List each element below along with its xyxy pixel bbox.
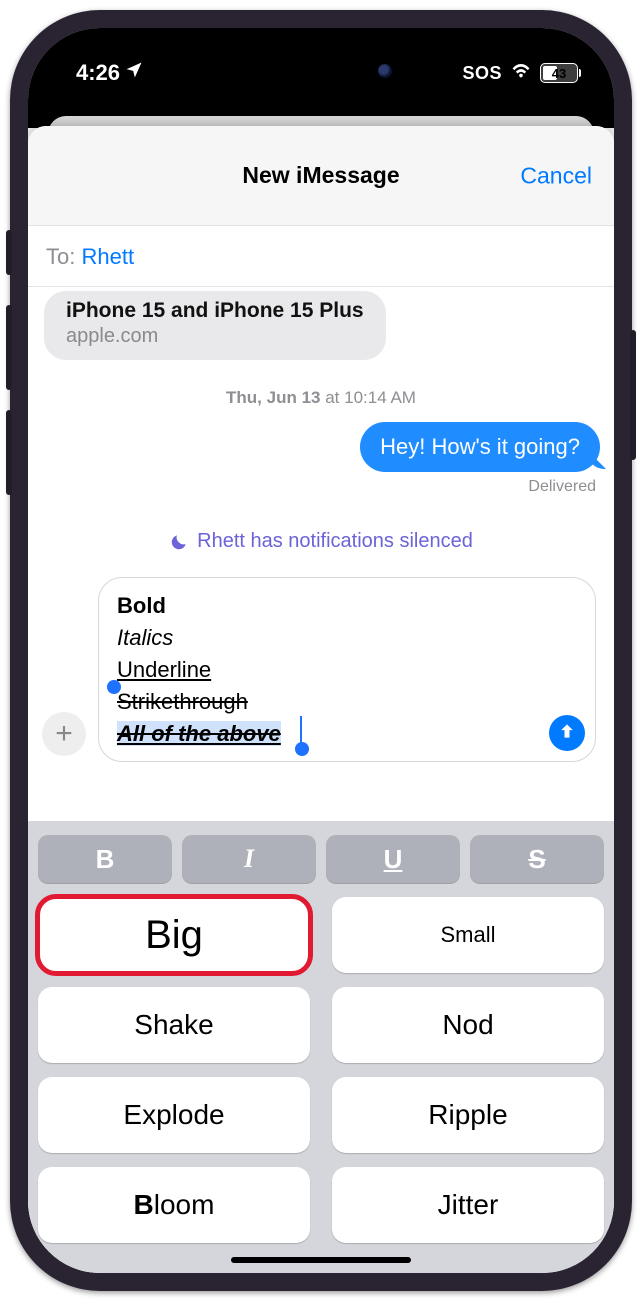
compose-line-underline: Underline: [117, 654, 539, 686]
to-field[interactable]: To: Rhett: [28, 226, 614, 287]
effect-bloom[interactable]: Bloom: [38, 1167, 310, 1243]
effect-big[interactable]: Big: [38, 897, 310, 973]
battery-level: 43: [541, 64, 577, 82]
compose-line-italics: Italics: [117, 622, 539, 654]
timestamp-time: at 10:14 AM: [321, 388, 416, 407]
volume-up: [6, 305, 12, 390]
bold-button[interactable]: B: [38, 835, 172, 883]
effect-shake[interactable]: Shake: [38, 987, 310, 1063]
battery-icon: 43: [540, 63, 578, 83]
plus-icon: +: [55, 717, 73, 751]
power-button: [630, 330, 636, 460]
format-row: B I U S: [38, 835, 604, 883]
status-sos: SOS: [462, 63, 502, 84]
sent-message[interactable]: Hey! How's it going?: [360, 422, 600, 472]
effect-jitter[interactable]: Jitter: [332, 1167, 604, 1243]
selected-text: All of the above: [117, 721, 281, 746]
phone-frame: 4:26 SOS 43 New iMessage Ca: [10, 10, 632, 1291]
selection-handle-start[interactable]: [107, 680, 121, 694]
sheet: New iMessage Cancel To: Rhett iPhone 15 …: [28, 126, 614, 1273]
notifications-silenced: Rhett has notifications silenced: [38, 530, 604, 553]
cancel-button[interactable]: Cancel: [520, 162, 592, 189]
silenced-text: Rhett has notifications silenced: [197, 530, 473, 553]
text-cursor: [300, 716, 302, 746]
volume-down: [6, 410, 12, 495]
link-preview[interactable]: iPhone 15 and iPhone 15 Plus apple.com: [44, 291, 386, 360]
strikethrough-button[interactable]: S: [470, 835, 604, 883]
send-button[interactable]: [549, 715, 585, 751]
nav-header: New iMessage Cancel: [28, 126, 614, 226]
moon-icon: [169, 532, 189, 552]
dynamic-island: [236, 50, 406, 92]
timestamp-day: Thu, Jun 13: [226, 388, 320, 407]
arrow-up-icon: [557, 718, 577, 750]
to-label: To:: [46, 244, 75, 269]
effects-grid: Big Small Shake Nod Explode Ripple Bloom…: [38, 897, 604, 1243]
attachments-button[interactable]: +: [42, 712, 86, 756]
wifi-icon: [510, 59, 532, 87]
text-effects-panel: B I U S Big Small Shake Nod Explode Ripp…: [28, 821, 614, 1273]
to-recipient[interactable]: Rhett: [81, 244, 134, 269]
conversation: iPhone 15 and iPhone 15 Plus apple.com T…: [28, 287, 614, 821]
compose-input[interactable]: Bold Italics Underline Strikethrough All…: [98, 577, 596, 762]
status-time: 4:26: [76, 60, 120, 86]
compose-line-bold: Bold: [117, 590, 539, 622]
effect-ripple[interactable]: Ripple: [332, 1077, 604, 1153]
screen: 4:26 SOS 43 New iMessage Ca: [28, 28, 614, 1273]
link-title: iPhone 15 and iPhone 15 Plus: [66, 299, 364, 323]
compose-line-strike: Strikethrough: [117, 686, 248, 718]
home-indicator[interactable]: [231, 1257, 411, 1263]
link-host: apple.com: [66, 325, 364, 348]
delivery-status: Delivered: [38, 478, 596, 496]
nav-title: New iMessage: [242, 162, 399, 189]
effect-nod[interactable]: Nod: [332, 987, 604, 1063]
mute-switch: [6, 230, 12, 275]
selection-handle-end[interactable]: [295, 742, 309, 756]
compose-row: + Bold Italics Underline Strikethrough A…: [38, 573, 604, 778]
background-card: [28, 108, 614, 128]
italic-button[interactable]: I: [182, 835, 316, 883]
underline-button[interactable]: U: [326, 835, 460, 883]
timestamp: Thu, Jun 13 at 10:14 AM: [38, 388, 604, 408]
effect-small[interactable]: Small: [332, 897, 604, 973]
location-icon: [124, 60, 144, 86]
effect-explode[interactable]: Explode: [38, 1077, 310, 1153]
